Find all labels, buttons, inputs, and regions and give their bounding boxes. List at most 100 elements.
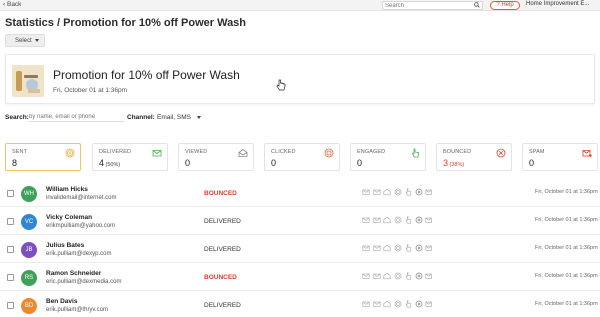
- status-badge: BOUNCED: [204, 190, 237, 197]
- contact-email: eric.pulliam@dexmedia.com: [46, 279, 122, 285]
- row-checkbox[interactable]: [7, 246, 14, 253]
- stat-label: VIEWED: [185, 149, 208, 155]
- contact-name[interactable]: Ben Davis: [46, 298, 77, 305]
- stat-card-engaged[interactable]: ENGAGED 0: [350, 143, 426, 171]
- status-badge: DELIVERED: [204, 246, 241, 253]
- status-badge: DELIVERED: [204, 218, 241, 225]
- stat-value: 4 (50%): [99, 158, 120, 168]
- contact-row[interactable]: JB Julius Bates erik.pulliam@dexyp.com DELI…: [0, 237, 600, 263]
- stat-label: ENGAGED: [357, 149, 386, 155]
- chevron-left-icon: ‹: [3, 1, 6, 8]
- circle-x-icon: [415, 216, 423, 224]
- stat-label: SPAM: [529, 149, 545, 155]
- contact-name[interactable]: William Hicks: [46, 186, 88, 193]
- circle-x-icon: [415, 244, 423, 252]
- back-link[interactable]: ‹ Back: [3, 1, 21, 8]
- stat-label: BOUNCED: [443, 149, 472, 155]
- caret-down-icon: [196, 115, 201, 119]
- envelope-check-icon: [372, 216, 381, 224]
- help-button[interactable]: ? Help: [490, 1, 520, 10]
- status-badge: BOUNCED: [204, 274, 237, 281]
- click-target-icon: [394, 300, 402, 308]
- campaign-title: Promotion for 10% off Power Wash: [53, 68, 240, 82]
- row-checkbox[interactable]: [7, 302, 14, 309]
- contact-name[interactable]: Ramon Schneider: [46, 270, 101, 277]
- hand-pointer-icon: [404, 272, 412, 280]
- stat-label: CLICKED: [271, 149, 296, 155]
- envelope-check-icon: [372, 272, 381, 280]
- row-checkbox[interactable]: [7, 218, 14, 225]
- contact-row[interactable]: RS Ramon Schneider eric.pulliam@dexmedia.c…: [0, 265, 600, 291]
- envelope-alert-icon: [425, 244, 433, 252]
- stat-value: 0: [271, 158, 276, 168]
- row-checkbox[interactable]: [7, 274, 14, 281]
- stat-number: 0: [529, 158, 535, 168]
- envelope-alert-icon: [425, 216, 433, 224]
- circle-x-icon: [415, 188, 423, 196]
- hand-pointer-icon: [410, 148, 420, 158]
- hand-cursor-icon: [276, 79, 286, 93]
- circle-x-icon: [415, 272, 423, 280]
- global-search[interactable]: [382, 1, 483, 10]
- envelope-open-icon: [383, 300, 391, 308]
- click-target-icon: [394, 272, 402, 280]
- back-label: Back: [6, 1, 22, 8]
- stat-card-delivered[interactable]: DELIVERED 4 (50%): [92, 143, 168, 171]
- global-search-input[interactable]: [383, 2, 468, 10]
- activity-icons: [362, 188, 436, 198]
- page-title: Statistics / Promotion for 10% off Power…: [5, 17, 247, 29]
- envelope-icon: [362, 188, 370, 196]
- contact-row[interactable]: WH William Hicks invalidemail@internet.com…: [0, 181, 600, 207]
- contact-row[interactable]: VC Vicky Coleman erikmpulliam@yahoo.com DEL…: [0, 209, 600, 235]
- contact-row[interactable]: BD Ben Davis erik.pulliam@thryv.com DELIVER…: [0, 293, 600, 317]
- contact-name[interactable]: Vicky Coleman: [46, 214, 92, 221]
- stat-card-bounced[interactable]: BOUNCED 3 (38%): [436, 143, 512, 171]
- envelope-alert-icon: [425, 272, 433, 280]
- envelope-alert-icon: [425, 188, 433, 196]
- account-menu[interactable]: Home Improvement E...: [526, 1, 589, 7]
- filter-bar: Search: Channel: Email, SMS: [5, 113, 305, 123]
- hand-pointer-icon: [404, 300, 412, 308]
- hand-pointer-icon: [404, 216, 412, 224]
- circle-x-icon: [496, 148, 506, 158]
- stat-card-spam[interactable]: SPAM 0: [522, 143, 598, 171]
- channel-dropdown[interactable]: Email, SMS: [157, 114, 201, 121]
- stat-card-clicked[interactable]: CLICKED 0: [264, 143, 340, 171]
- row-timestamp: Fri, October 01 at 1:36pm: [535, 245, 598, 251]
- stat-value: 0: [529, 158, 534, 168]
- stat-percent: (38%): [448, 162, 465, 168]
- stat-label: SENT: [12, 149, 28, 155]
- stat-card-viewed[interactable]: VIEWED 0: [178, 143, 254, 171]
- stat-value: 8: [12, 158, 17, 168]
- stat-percent: (50%): [104, 162, 121, 168]
- avatar: BD: [21, 298, 37, 314]
- contact-search-input[interactable]: [29, 113, 124, 122]
- row-timestamp: Fri, October 01 at 1:36pm: [535, 189, 598, 195]
- envelope-check-icon: [372, 244, 381, 252]
- contact-email: invalidemail@internet.com: [46, 195, 117, 201]
- stat-number: 8: [12, 158, 18, 168]
- row-checkbox[interactable]: [7, 190, 14, 197]
- target-icon: [65, 148, 75, 158]
- envelope-open-icon: [383, 272, 391, 280]
- search-icon[interactable]: [474, 2, 480, 10]
- contact-email: erikmpulliam@yahoo.com: [46, 223, 116, 229]
- envelope-open-icon: [383, 216, 391, 224]
- select-dropdown[interactable]: Select: [5, 34, 45, 47]
- click-target-icon: [394, 244, 402, 252]
- stat-number: 0: [271, 158, 277, 168]
- envelope-check-icon: [372, 300, 381, 308]
- envelope-icon: [362, 300, 370, 308]
- stat-card-sent[interactable]: SENT 8: [5, 143, 81, 171]
- envelope-open-icon: [383, 244, 391, 252]
- avatar: JB: [21, 242, 37, 258]
- top-bar: ‹ Back ? Help Home Improvement E...: [0, 0, 600, 11]
- avatar: RS: [21, 270, 37, 286]
- contact-name[interactable]: Julius Bates: [46, 242, 84, 249]
- contact-email: erik.pulliam@dexyp.com: [46, 251, 112, 257]
- envelope-open-icon: [238, 148, 248, 158]
- envelope-alert-icon: [425, 300, 433, 308]
- click-target-icon: [324, 148, 334, 158]
- circle-x-icon: [415, 300, 423, 308]
- row-timestamp: Fri, October 01 at 1:36pm: [535, 301, 598, 307]
